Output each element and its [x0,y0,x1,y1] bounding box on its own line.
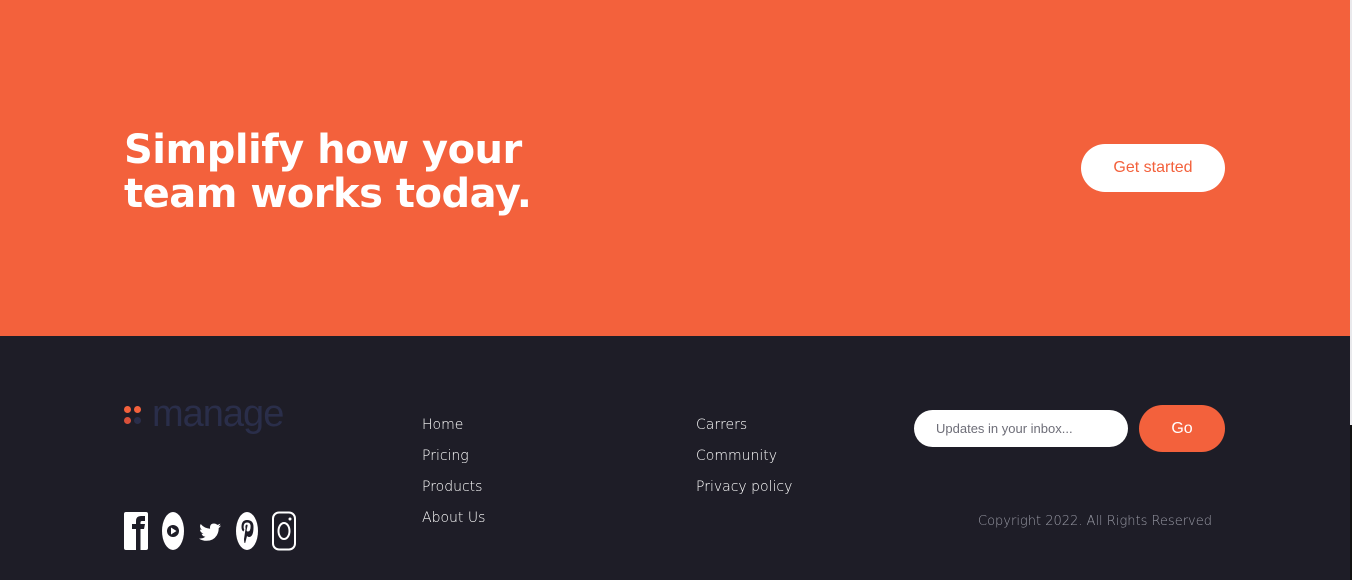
nav-link-home[interactable]: Home [422,416,485,435]
newsletter-email-input[interactable] [914,410,1128,447]
logo-text: manage [152,393,284,435]
twitter-icon[interactable] [198,511,222,551]
pinterest-icon[interactable] [235,511,259,551]
nav-link-products[interactable]: Products [422,478,485,497]
copyright-text: Copyright 2022. All Rights Reserved [978,514,1212,529]
nav-link-privacy-policy[interactable]: Privacy policy [696,478,792,497]
footer-nav-secondary: Carrers Community Privacy policy [696,416,792,509]
nav-link-pricing[interactable]: Pricing [422,447,485,466]
logo-mark-icon [124,402,144,426]
brand-logo[interactable]: manage [124,392,284,436]
nav-link-community[interactable]: Community [696,447,792,466]
cta-heading: Simplify how your team works today. [124,127,532,217]
facebook-icon[interactable] [124,511,148,551]
cta-banner: Simplify how your team works today. Get … [0,0,1352,336]
instagram-icon[interactable] [272,511,296,551]
footer-nav-primary: Home Pricing Products About Us [422,416,485,540]
social-links [124,510,296,552]
get-started-button[interactable]: Get started [1081,144,1225,192]
youtube-icon[interactable] [161,511,185,551]
nav-link-careers[interactable]: Carrers [696,416,792,435]
newsletter-go-button[interactable]: Go [1139,405,1225,452]
nav-link-about-us[interactable]: About Us [422,509,485,528]
